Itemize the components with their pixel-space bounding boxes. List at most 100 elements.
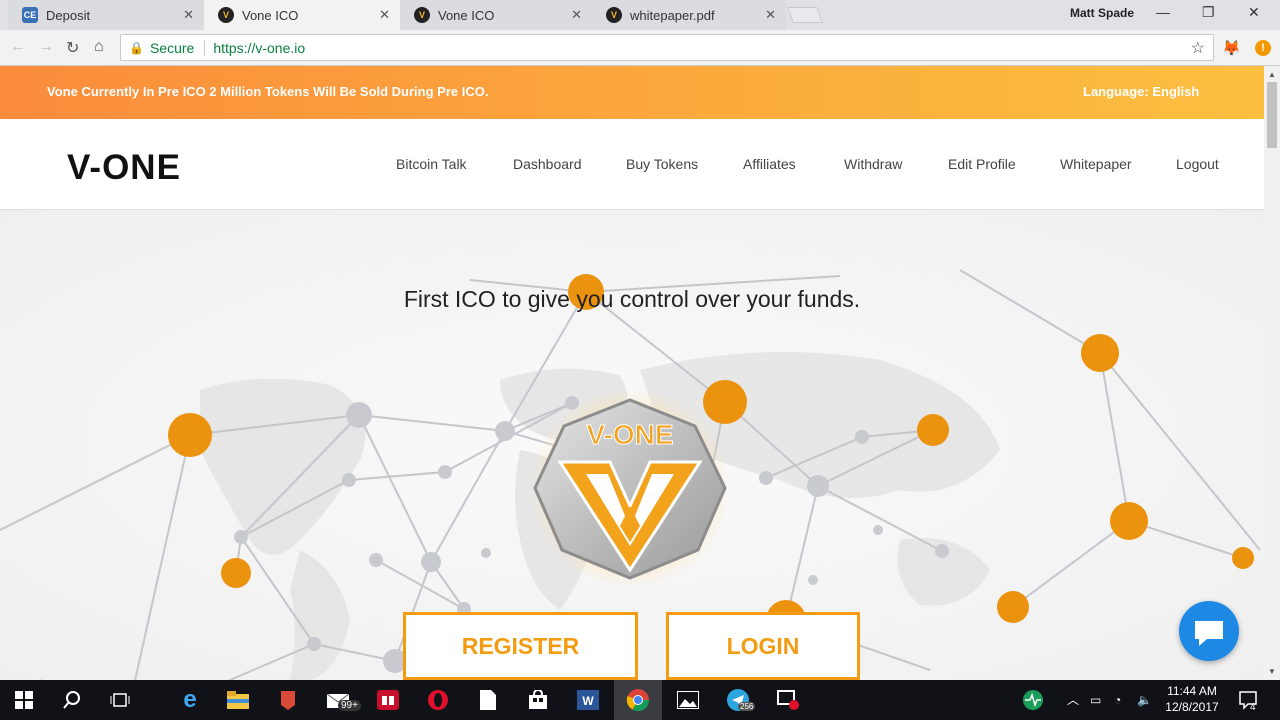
recorder-icon xyxy=(777,690,799,710)
folder-icon xyxy=(227,691,249,709)
hero-tagline: First ICO to give you control over your … xyxy=(403,286,861,312)
notepad-app[interactable] xyxy=(464,680,512,720)
emblem-label: V-ONE xyxy=(586,419,673,450)
nav-whitepaper[interactable]: Whitepaper xyxy=(1060,156,1132,172)
photos-app[interactable] xyxy=(664,680,712,720)
tab-deposit[interactable]: CE Deposit ✕ xyxy=(8,0,204,30)
close-tab-icon[interactable]: ✕ xyxy=(765,7,776,23)
battery-icon[interactable]: ▭ xyxy=(1090,680,1101,720)
new-tab-button[interactable] xyxy=(787,7,823,23)
windows-taskbar: e 99+ W 256 ︿ ▭ ◔ 🔈 11:44 AM 12/8/2017 4 xyxy=(0,680,1280,720)
tab-vone-ico-active[interactable]: V Vone ICO ✕ xyxy=(204,0,400,30)
chrome-app-active[interactable] xyxy=(614,680,662,720)
search-button[interactable] xyxy=(48,680,96,720)
opera-icon xyxy=(428,690,448,710)
profile-name[interactable]: Matt Spade xyxy=(1070,6,1134,20)
login-button[interactable]: LOGIN xyxy=(666,612,860,680)
notification-count: 4 xyxy=(1250,702,1256,713)
tab-whitepaper[interactable]: V whitepaper.pdf ✕ xyxy=(592,0,786,30)
page-scrollbar[interactable]: ▲ ▼ xyxy=(1264,66,1280,680)
vone-favicon-icon: V xyxy=(414,7,430,23)
tray-chevron-up-icon[interactable]: ︿ xyxy=(1067,680,1079,720)
scroll-down-icon[interactable]: ▼ xyxy=(1268,667,1276,676)
tab-title: Vone ICO xyxy=(438,7,495,23)
reader-app[interactable] xyxy=(364,680,412,720)
reload-icon[interactable]: ↻ xyxy=(66,38,79,58)
nav-bitcoin-talk[interactable]: Bitcoin Talk xyxy=(396,156,467,172)
page-viewport: Vone Currently In Pre ICO 2 Million Toke… xyxy=(0,66,1264,680)
metamask-fox-icon[interactable]: 🦊 xyxy=(1222,39,1241,57)
start-button[interactable] xyxy=(0,680,48,720)
address-bar[interactable]: 🔒 Secure https://v-one.io ☆ xyxy=(120,34,1214,61)
mail-app[interactable]: 99+ xyxy=(314,680,362,720)
nav-withdraw[interactable]: Withdraw xyxy=(844,156,902,172)
clock-date: 12/8/2017 xyxy=(1165,700,1219,714)
lock-icon: 🔒 xyxy=(129,40,144,55)
store-app[interactable] xyxy=(514,680,562,720)
screen-recorder-app[interactable] xyxy=(764,680,812,720)
tab-title: Deposit xyxy=(46,7,91,23)
nav-buy-tokens[interactable]: Buy Tokens xyxy=(626,156,698,172)
browser-tab-strip: CE Deposit ✕ V Vone ICO ✕ V Vone ICO ✕ V… xyxy=(0,0,1280,30)
tab-title: whitepaper.pdf xyxy=(630,7,715,23)
language-selector[interactable]: Language: English xyxy=(1083,84,1199,99)
opera-app[interactable] xyxy=(414,680,462,720)
telegram-app[interactable]: 256 xyxy=(714,680,762,720)
edge-browser-app[interactable]: e xyxy=(166,680,214,720)
photos-icon xyxy=(677,691,699,709)
browser-toolbar: ← → ↻ ⌂ 🔒 Secure https://v-one.io ☆ 🦊 ! xyxy=(0,30,1280,66)
minimize-icon[interactable]: — xyxy=(1156,4,1170,20)
store-bag-icon xyxy=(529,690,547,709)
edge-icon: e xyxy=(183,686,197,713)
clock[interactable]: 11:44 AM 12/8/2017 xyxy=(1162,680,1222,720)
back-arrow-icon[interactable]: ← xyxy=(10,38,26,56)
secure-label: Secure xyxy=(149,39,195,56)
close-tab-icon[interactable]: ✕ xyxy=(571,7,582,23)
activity-monitor-tray[interactable] xyxy=(1018,680,1048,720)
file-explorer-app[interactable] xyxy=(214,680,262,720)
task-view-button[interactable] xyxy=(96,680,144,720)
close-tab-icon[interactable]: ✕ xyxy=(379,7,390,23)
forward-arrow-icon[interactable]: → xyxy=(38,38,54,56)
site-header: V-ONE Bitcoin Talk Dashboard Buy Tokens … xyxy=(0,119,1264,210)
wifi-icon[interactable]: ◔ xyxy=(1114,680,1121,720)
extension-alert-icon[interactable]: ! xyxy=(1255,40,1271,56)
svg-text:W: W xyxy=(582,694,594,708)
vone-favicon-icon: V xyxy=(218,7,234,23)
tab-title: Vone ICO xyxy=(242,7,299,23)
pulse-icon xyxy=(1023,690,1043,710)
nav-edit-profile[interactable]: Edit Profile xyxy=(948,156,1016,172)
vone-emblem-logo: V-ONE xyxy=(530,388,730,588)
close-tab-icon[interactable]: ✕ xyxy=(183,7,194,23)
announcement-banner: Vone Currently In Pre ICO 2 Million Toke… xyxy=(0,66,1264,119)
site-logo[interactable]: V-ONE xyxy=(67,148,181,188)
home-icon[interactable]: ⌂ xyxy=(94,38,104,56)
word-icon: W xyxy=(577,690,599,710)
register-button[interactable]: REGISTER xyxy=(403,612,638,680)
chat-bubble-icon xyxy=(1195,621,1223,646)
live-chat-button[interactable] xyxy=(1179,601,1239,661)
red-book-icon xyxy=(377,690,399,710)
tab-vone-ico[interactable]: V Vone ICO ✕ xyxy=(400,0,592,30)
word-app[interactable]: W xyxy=(564,680,612,720)
bookmark-star-icon[interactable]: ☆ xyxy=(1191,38,1205,58)
close-window-icon[interactable]: ✕ xyxy=(1248,4,1260,21)
search-icon xyxy=(63,691,80,709)
nav-logout[interactable]: Logout xyxy=(1176,156,1219,172)
url-text[interactable]: https://v-one.io xyxy=(213,40,305,56)
document-icon xyxy=(480,690,496,710)
ce-favicon-icon: CE xyxy=(22,7,38,23)
scrollbar-thumb[interactable] xyxy=(1267,82,1277,148)
action-center-button[interactable]: 4 xyxy=(1238,680,1262,720)
app-red-shield[interactable] xyxy=(264,680,312,720)
task-view-icon xyxy=(110,693,130,707)
chrome-icon xyxy=(626,689,649,711)
volume-icon[interactable]: 🔈 xyxy=(1137,680,1152,720)
telegram-badge: 256 xyxy=(738,702,756,711)
scroll-up-icon[interactable]: ▲ xyxy=(1268,70,1276,79)
windows-logo-icon xyxy=(15,691,33,709)
red-app-icon xyxy=(281,691,295,710)
nav-dashboard[interactable]: Dashboard xyxy=(513,156,582,172)
restore-icon[interactable]: ❐ xyxy=(1202,4,1215,21)
nav-affiliates[interactable]: Affiliates xyxy=(743,156,796,172)
